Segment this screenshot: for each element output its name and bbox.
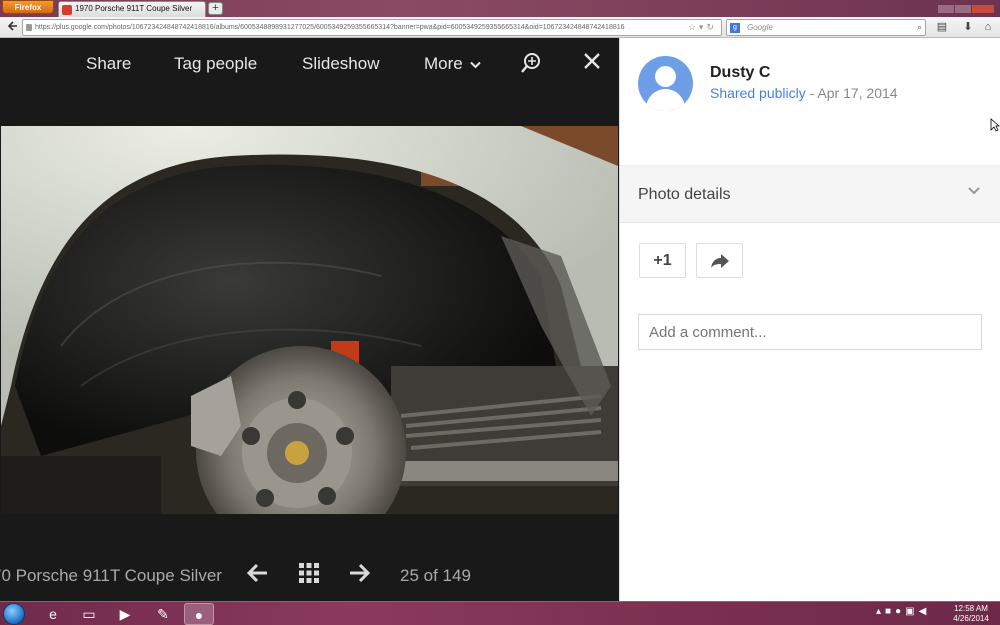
internet-explorer-icon[interactable]: e: [38, 603, 68, 625]
tag-people-action[interactable]: Tag people: [174, 54, 257, 74]
minimize-button[interactable]: [938, 5, 954, 13]
photo-viewer: Share Tag people Slideshow More 70 Porsc…: [0, 38, 619, 602]
back-arrow-icon: [7, 21, 17, 31]
tray-app-icon[interactable]: ■: [885, 606, 895, 617]
start-button[interactable]: [3, 603, 25, 625]
avatar-head: [655, 66, 676, 87]
share-button[interactable]: [696, 243, 743, 278]
window-controls: [938, 0, 994, 13]
volume-icon[interactable]: ◀: [919, 606, 931, 617]
photo-image[interactable]: [1, 126, 618, 514]
system-clock[interactable]: 12:58 AM 4/26/2014: [948, 604, 994, 624]
new-tab-button[interactable]: +: [208, 2, 223, 15]
avatar[interactable]: [638, 56, 693, 111]
tab-title: 1970 Porsche 911T Coupe Silver: [75, 4, 193, 13]
close-icon[interactable]: [583, 52, 601, 76]
album-grid-button[interactable]: [298, 562, 320, 591]
google-g-icon[interactable]: g: [730, 23, 740, 33]
more-menu[interactable]: More: [424, 54, 482, 74]
arrow-right-icon: [350, 563, 371, 583]
grid-icon: [299, 563, 319, 583]
chevron-down-icon: [470, 61, 482, 69]
download-icon[interactable]: ⬇: [960, 20, 976, 35]
arrow-left-icon: [246, 563, 267, 583]
search-input[interactable]: g Google ⌕: [726, 19, 926, 36]
firefox-menu-button[interactable]: Firefox: [2, 0, 54, 14]
post-meta: Shared publicly - Apr 17, 2014: [710, 85, 898, 101]
clock-time: 12:58 AM: [954, 604, 988, 613]
firefox-taskbar-icon[interactable]: ●: [184, 603, 214, 625]
next-photo-button[interactable]: [348, 562, 372, 591]
bookmark-star-icon[interactable]: ☆: [688, 22, 699, 32]
file-explorer-icon[interactable]: ▭: [74, 603, 104, 625]
close-window-button[interactable]: [972, 5, 994, 13]
network-icon[interactable]: ▣: [905, 606, 918, 617]
clock-date: 4/26/2014: [953, 614, 989, 623]
google-plus-favicon-icon: [62, 5, 72, 15]
back-button[interactable]: [4, 20, 20, 35]
post-date[interactable]: - Apr 17, 2014: [806, 85, 898, 101]
search-icon[interactable]: ⌕: [917, 20, 922, 35]
paint-icon[interactable]: ✎: [148, 603, 178, 625]
slideshow-action[interactable]: Slideshow: [302, 54, 380, 74]
author-name[interactable]: Dusty C: [710, 64, 770, 82]
browser-tab-active[interactable]: 1970 Porsche 911T Coupe Silver: [58, 1, 206, 17]
navigation-bar: https://plus.google.com/photos/106723424…: [0, 17, 1000, 38]
windows-taskbar: e ▭ ▶ ✎ ● ▴■●▣◀ 12:58 AM 4/26/2014: [0, 601, 1000, 625]
mouse-cursor-icon: [990, 118, 1000, 132]
home-icon[interactable]: ⌂: [980, 20, 996, 35]
share-action[interactable]: Share: [86, 54, 131, 74]
shared-publicly-link[interactable]: Shared publicly: [710, 85, 806, 101]
url-bar[interactable]: https://plus.google.com/photos/106723424…: [22, 19, 722, 36]
media-player-icon[interactable]: ▶: [110, 603, 140, 625]
url-text: https://plus.google.com/photos/106723424…: [35, 24, 625, 31]
photo-counter: 25 of 149: [400, 566, 471, 585]
search-placeholder: Google: [747, 23, 773, 32]
site-identity-icon[interactable]: [26, 24, 32, 31]
photo-details-label: Photo details: [638, 186, 731, 203]
restore-button[interactable]: [955, 5, 971, 13]
photo-details-section[interactable]: Photo details: [620, 165, 1000, 223]
chevron-down-icon[interactable]: [967, 183, 981, 201]
more-label: More: [424, 54, 463, 73]
photo-info-panel: Dusty C Shared publicly - Apr 17, 2014 P…: [619, 38, 1000, 602]
plus-one-button[interactable]: +1: [639, 243, 686, 278]
page-menu-icon[interactable]: ▤: [934, 20, 950, 35]
viewer-toolbar: Share Tag people Slideshow More: [0, 38, 619, 94]
avatar-body: [646, 89, 685, 111]
zoom-icon[interactable]: [520, 52, 542, 80]
comment-input[interactable]: [638, 314, 982, 350]
previous-photo-button[interactable]: [245, 562, 269, 591]
share-arrow-icon: [710, 254, 729, 268]
viewer-footer: 70 Porsche 911T Coupe Silver 25 of 149: [0, 556, 619, 596]
porsche-wheel-well-photo: [1, 126, 618, 514]
browser-titlebar: Firefox 1970 Porsche 911T Coupe Silver +: [0, 0, 1000, 17]
system-tray: ▴■●▣◀: [876, 606, 930, 617]
tray-expand-icon[interactable]: ▴: [876, 606, 885, 617]
tray-app-icon-2[interactable]: ●: [895, 606, 905, 617]
reload-icon[interactable]: ↻: [706, 22, 717, 32]
photo-caption: 70 Porsche 911T Coupe Silver: [0, 566, 222, 585]
